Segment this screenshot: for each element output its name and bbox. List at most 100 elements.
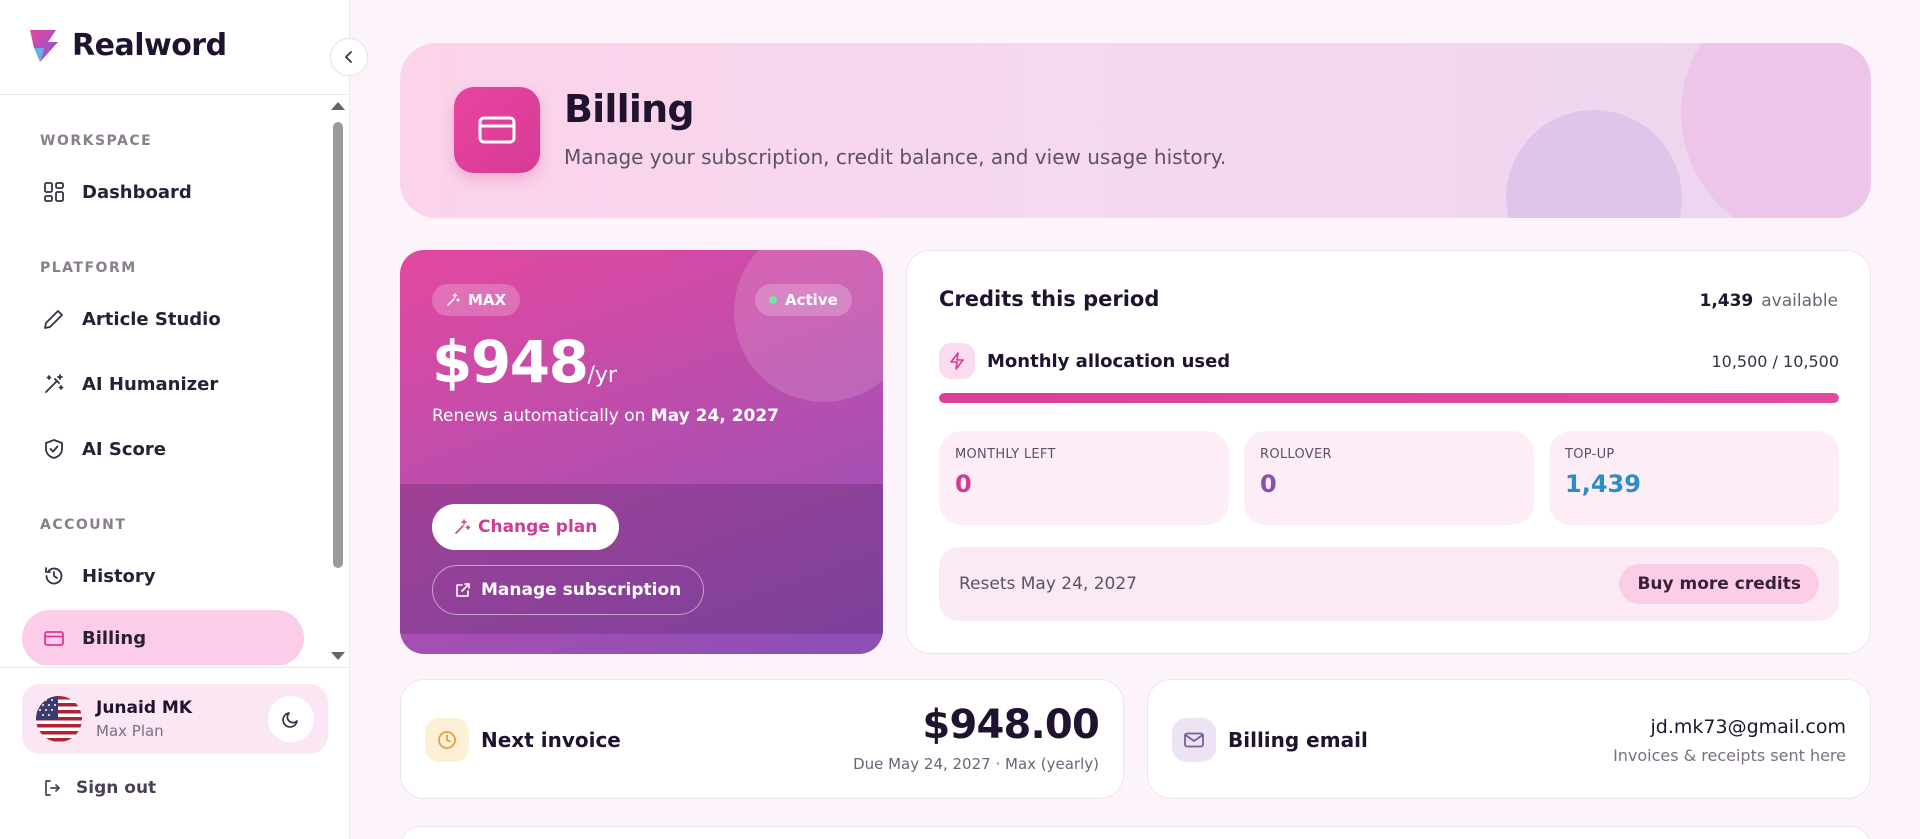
decorative-circle <box>1681 43 1871 218</box>
clock-icon <box>425 718 469 762</box>
stat-rollover: ROLLOVER 0 <box>1244 431 1534 525</box>
plan-badge: MAX <box>432 284 521 316</box>
sidebar-item-label: AI Score <box>82 438 166 460</box>
stat-value: 0 <box>955 470 972 498</box>
allocation-row: Monthly allocation used 10,500 / 10,500 <box>939 343 1839 379</box>
stat-label: ROLLOVER <box>1260 447 1332 462</box>
sidebar-nav: WORKSPACE Dashboard PLATFORM Article Stu… <box>0 95 350 665</box>
credits-title: Credits this period <box>939 287 1160 311</box>
page-header: Billing Manage your subscription, credit… <box>400 43 1871 218</box>
lightning-icon <box>939 343 975 379</box>
divider <box>0 667 350 668</box>
section-label-account: ACCOUNT <box>40 517 127 533</box>
stat-value: 1,439 <box>1565 470 1641 498</box>
next-invoice-label: Next invoice <box>481 728 621 752</box>
credits-available-value: 1,439 <box>1699 291 1754 311</box>
sidebar-item-label: AI Humanizer <box>82 373 219 395</box>
sidebar-item-billing[interactable]: Billing <box>22 610 304 665</box>
billing-email-label: Billing email <box>1228 728 1368 752</box>
theme-toggle-button[interactable] <box>268 696 314 742</box>
sign-out-button[interactable]: Sign out <box>40 776 156 800</box>
status-dot <box>769 296 777 304</box>
sidebar-item-article-studio[interactable]: Article Studio <box>22 291 304 347</box>
billing-email-value: jd.mk73@gmail.com <box>1650 716 1846 738</box>
sidebar-item-label: Dashboard <box>82 181 192 203</box>
stat-top-up: TOP-UP 1,439 <box>1549 431 1839 525</box>
user-card[interactable]: Junaid MK Max Plan <box>22 684 328 754</box>
sidebar-scrollbar[interactable] <box>333 122 343 568</box>
plan-renew-date: May 24, 2027 <box>650 406 780 426</box>
sidebar: Realword WORKSPACE Dashboard PLATFORM Ar… <box>0 0 368 839</box>
sidebar-item-label: Billing <box>82 627 147 649</box>
mail-icon <box>1172 718 1216 762</box>
plan-period: /yr <box>587 363 617 388</box>
shield-check-icon <box>42 437 66 461</box>
change-plan-label: Change plan <box>478 517 598 537</box>
stat-label: TOP-UP <box>1565 447 1615 462</box>
user-name: Junaid MK <box>96 698 193 718</box>
allocation-value: 10,500 / 10,500 <box>1711 351 1839 371</box>
sidebar-item-label: Article Studio <box>82 308 221 330</box>
user-meta: Junaid MK Max Plan <box>96 698 268 740</box>
allocation-label: Monthly allocation used <box>987 350 1231 372</box>
credit-card-icon <box>42 626 66 650</box>
sidebar-item-history[interactable]: History <box>22 548 304 604</box>
usage-history-card <box>400 826 1871 839</box>
billing-header-icon <box>454 87 540 173</box>
scroll-up-arrow[interactable] <box>331 102 345 110</box>
stat-monthly-left: MONTHLY LEFT 0 <box>939 431 1229 525</box>
plan-badge-label: MAX <box>468 291 507 309</box>
brand-name: Realword <box>72 27 227 63</box>
sidebar-item-ai-humanizer[interactable]: AI Humanizer <box>22 356 304 412</box>
credits-available: 1,439 available <box>1699 291 1838 311</box>
reset-bar: Resets May 24, 2027 Buy more credits <box>939 547 1839 621</box>
billing-email-card: Billing email jd.mk73@gmail.com Invoices… <box>1147 679 1871 799</box>
pen-icon <box>42 307 66 331</box>
grid-icon <box>42 180 66 204</box>
plan-card: MAX Active $948/yr Renews automatically … <box>400 250 883 654</box>
page-title: Billing <box>564 87 695 131</box>
user-plan: Max Plan <box>96 722 164 740</box>
decorative-circle <box>734 250 883 402</box>
status-label: Active <box>785 291 838 309</box>
page-subtitle: Manage your subscription, credit balance… <box>564 145 1227 169</box>
collapse-sidebar-button[interactable] <box>330 38 368 76</box>
sidebar-item-ai-score[interactable]: AI Score <box>22 421 304 477</box>
brand[interactable]: Realword <box>26 26 227 64</box>
plan-renewal-text: Renews automatically on May 24, 2027 <box>432 406 779 426</box>
next-invoice-card: Next invoice $948.00 Due May 24, 2027 · … <box>400 679 1124 799</box>
section-label-platform: PLATFORM <box>40 260 137 276</box>
sparkle-icon <box>454 519 470 535</box>
invoice-amount: $948.00 <box>922 702 1099 748</box>
allocation-progress-fill <box>939 393 1839 403</box>
credits-card: Credits this period 1,439 available Month… <box>906 250 1871 654</box>
scroll-down-arrow[interactable] <box>331 652 345 660</box>
magic-wand-icon <box>42 372 66 396</box>
plan-renew-prefix: Renews automatically on <box>432 406 651 426</box>
avatar <box>36 696 82 742</box>
manage-subscription-label: Manage subscription <box>481 580 682 600</box>
chevron-left-icon <box>342 50 356 64</box>
stat-label: MONTHLY LEFT <box>955 447 1056 462</box>
sign-out-icon <box>40 776 64 800</box>
stat-value: 0 <box>1260 470 1277 498</box>
reset-text: Resets May 24, 2027 <box>959 574 1138 594</box>
decorative-circle <box>1506 110 1682 218</box>
credits-available-label: available <box>1761 291 1838 311</box>
manage-subscription-button[interactable]: Manage subscription <box>432 565 705 615</box>
moon-icon <box>279 707 303 731</box>
sidebar-item-label: History <box>82 565 156 587</box>
billing-email-sub: Invoices & receipts sent here <box>1613 746 1846 765</box>
sidebar-item-dashboard[interactable]: Dashboard <box>22 164 304 220</box>
external-link-icon <box>455 582 471 598</box>
change-plan-button[interactable]: Change plan <box>432 504 620 550</box>
invoice-due-text: Due May 24, 2027 · Max (yearly) <box>853 755 1099 773</box>
sparkle-icon <box>446 293 460 307</box>
section-label-workspace: WORKSPACE <box>40 133 153 149</box>
plan-price: $948/yr <box>432 328 617 396</box>
plan-price-value: $948 <box>432 328 589 396</box>
status-badge: Active <box>755 284 852 316</box>
history-icon <box>42 564 66 588</box>
buy-more-credits-button[interactable]: Buy more credits <box>1619 564 1819 604</box>
allocation-progress-bar <box>939 393 1839 403</box>
